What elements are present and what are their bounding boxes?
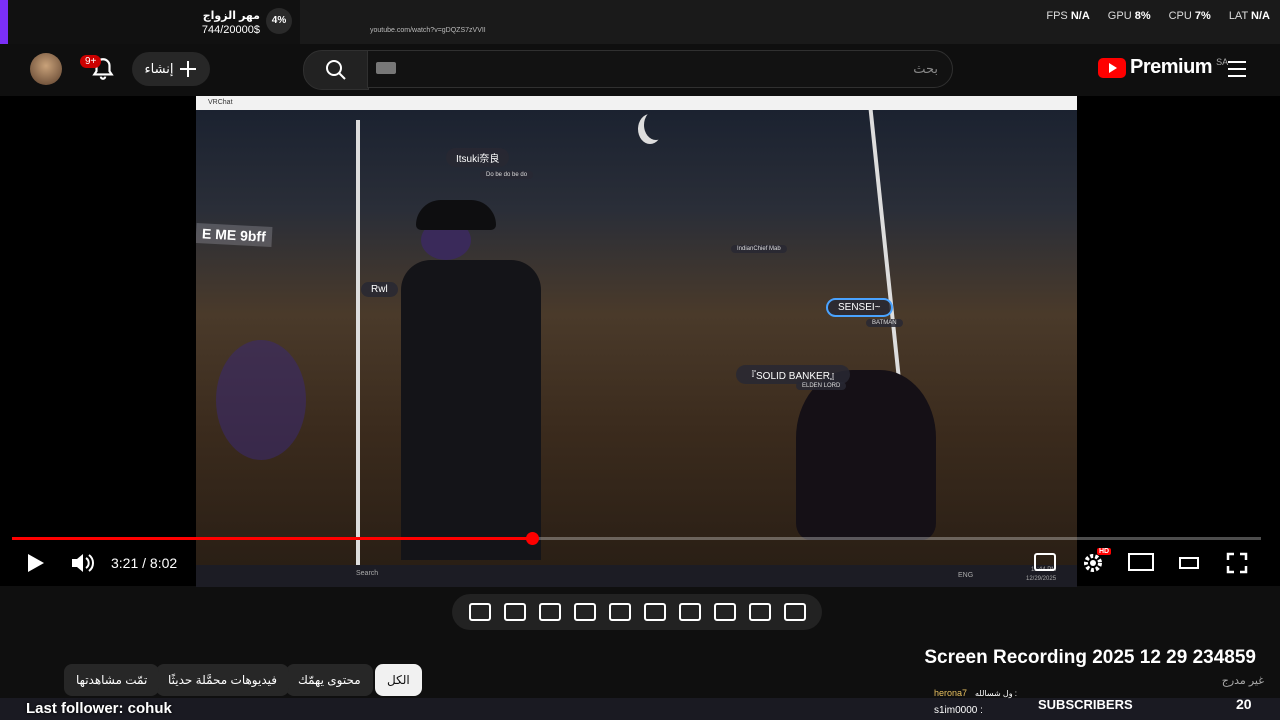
fullscreen-icon[interactable] xyxy=(1226,552,1248,574)
vrchat-titlebar: VRChat xyxy=(196,96,1077,110)
moon xyxy=(644,110,668,140)
cpu-stat: CPU 7% xyxy=(1168,10,1211,22)
light-beam-left xyxy=(356,120,360,565)
subtitles-icon[interactable] xyxy=(1034,553,1056,571)
nametag-sensei: SENSEI~ xyxy=(826,298,893,317)
gpu-stat: GPU 8% xyxy=(1107,10,1151,22)
avatar-suit xyxy=(401,260,541,560)
donation-amount: 744/20000$ xyxy=(201,24,260,36)
loop-icon[interactable] xyxy=(783,603,806,621)
fps-stat: FPS N/A xyxy=(1046,10,1090,22)
subscriber-message: ول شسالله : xyxy=(975,689,1018,698)
youtube-play-icon xyxy=(1098,57,1126,78)
camera-icon[interactable] xyxy=(503,603,526,621)
miniplayer-icon[interactable] xyxy=(1128,553,1154,571)
volume-icon[interactable] xyxy=(70,552,94,574)
video-title: Screen Recording 2025 12 29 234859 xyxy=(924,647,1256,668)
vrchat-scene: Itsuki奈良 Do be do be do E ME 9bff Rwl In… xyxy=(196,110,1077,565)
donation-percent: 4% xyxy=(266,8,292,34)
frame-icon[interactable] xyxy=(608,603,631,621)
broadcast-icon[interactable] xyxy=(748,603,771,621)
progress-played xyxy=(12,537,533,540)
nametag-rwl: Rwl xyxy=(361,282,398,297)
nametag-sensei-status: BATMAN xyxy=(866,319,903,327)
hd-badge: HD xyxy=(1097,548,1112,555)
lat-stat: LAT N/A xyxy=(1228,10,1270,22)
region-code: SA xyxy=(1216,56,1229,67)
extension-toolbar xyxy=(452,594,822,630)
enhance-icon[interactable] xyxy=(538,603,561,621)
gear-icon[interactable] xyxy=(468,603,491,621)
recorded-taskbar: Search ENG 11:44 PM 12/29/2025 xyxy=(196,565,1077,587)
avatar[interactable] xyxy=(30,53,62,85)
settings-icon[interactable] xyxy=(1082,552,1104,574)
chip-watched[interactable]: تمّت مشاهدتها xyxy=(64,664,160,696)
subscriber-name: s1im0000 : xyxy=(934,705,983,716)
chip-all[interactable]: الكل xyxy=(375,664,422,696)
recorded-taskbar-search: Search xyxy=(356,570,379,577)
donation-goal-widget: مهر الزواج 744/20000$ 4% xyxy=(0,0,300,44)
vrchat-window: VRChat Itsuki奈良 Do be do be do E ME 9bff… xyxy=(196,96,1077,565)
avatar-hat xyxy=(416,200,496,230)
search-button[interactable] xyxy=(303,50,369,90)
subscribers-count: 20 xyxy=(1236,696,1252,712)
aspect-icon[interactable] xyxy=(643,603,666,621)
donation-title: مهر الزواج xyxy=(202,10,260,22)
create-button[interactable]: إنشاء xyxy=(132,52,210,86)
nametag-meme: E ME 9bff xyxy=(196,223,273,247)
logo-text: Premium xyxy=(1130,56,1213,78)
clapper-icon[interactable] xyxy=(678,603,701,621)
nametag-itsuki: Itsuki奈良 xyxy=(446,148,510,167)
time-display: 3:21 / 8:02 xyxy=(111,555,178,571)
nametag-distant: IndianChief Mab xyxy=(731,245,787,253)
recorded-taskbar-date: 12/29/2025 xyxy=(1026,576,1057,582)
nametag-itsuki-status: Do be do be do xyxy=(480,171,534,179)
subscribers-label: SUBSCRIBERS xyxy=(1038,697,1133,712)
subscriber-name: herona7 xyxy=(934,688,968,698)
performance-overlay: FPS N/A GPU 8% CPU 7% LAT N/A xyxy=(1046,10,1270,22)
chip-relevant[interactable]: محتوى يهمّك xyxy=(286,664,373,696)
notification-badge: 9+ xyxy=(80,55,102,68)
search-icon xyxy=(326,60,346,80)
menu-icon[interactable] xyxy=(1228,61,1246,82)
play-icon[interactable] xyxy=(24,552,46,574)
search-input[interactable]: بحث xyxy=(367,50,953,88)
speed-icon[interactable] xyxy=(573,603,596,621)
theater-mode-icon[interactable] xyxy=(1179,557,1199,569)
keyboard-icon[interactable] xyxy=(376,62,396,74)
nametag-banker-status: ELDEN LORD xyxy=(796,382,847,390)
youtube-premium-logo[interactable]: Premium SA xyxy=(1098,56,1228,79)
last-follower-overlay: Last follower: cohuk xyxy=(26,700,172,717)
purple-avatar xyxy=(216,340,306,460)
dark-avatar xyxy=(796,370,936,540)
recorded-taskbar-lang: ENG xyxy=(958,572,974,579)
watch-icon[interactable] xyxy=(713,603,736,621)
chip-recently-uploaded[interactable]: فيديوهات محمَّلة حديثًا xyxy=(156,664,289,696)
plus-icon xyxy=(180,61,197,77)
create-label: إنشاء xyxy=(144,61,174,76)
address-bar[interactable]: youtube.com/watch?v=gDQZS7zVVII xyxy=(370,24,910,38)
